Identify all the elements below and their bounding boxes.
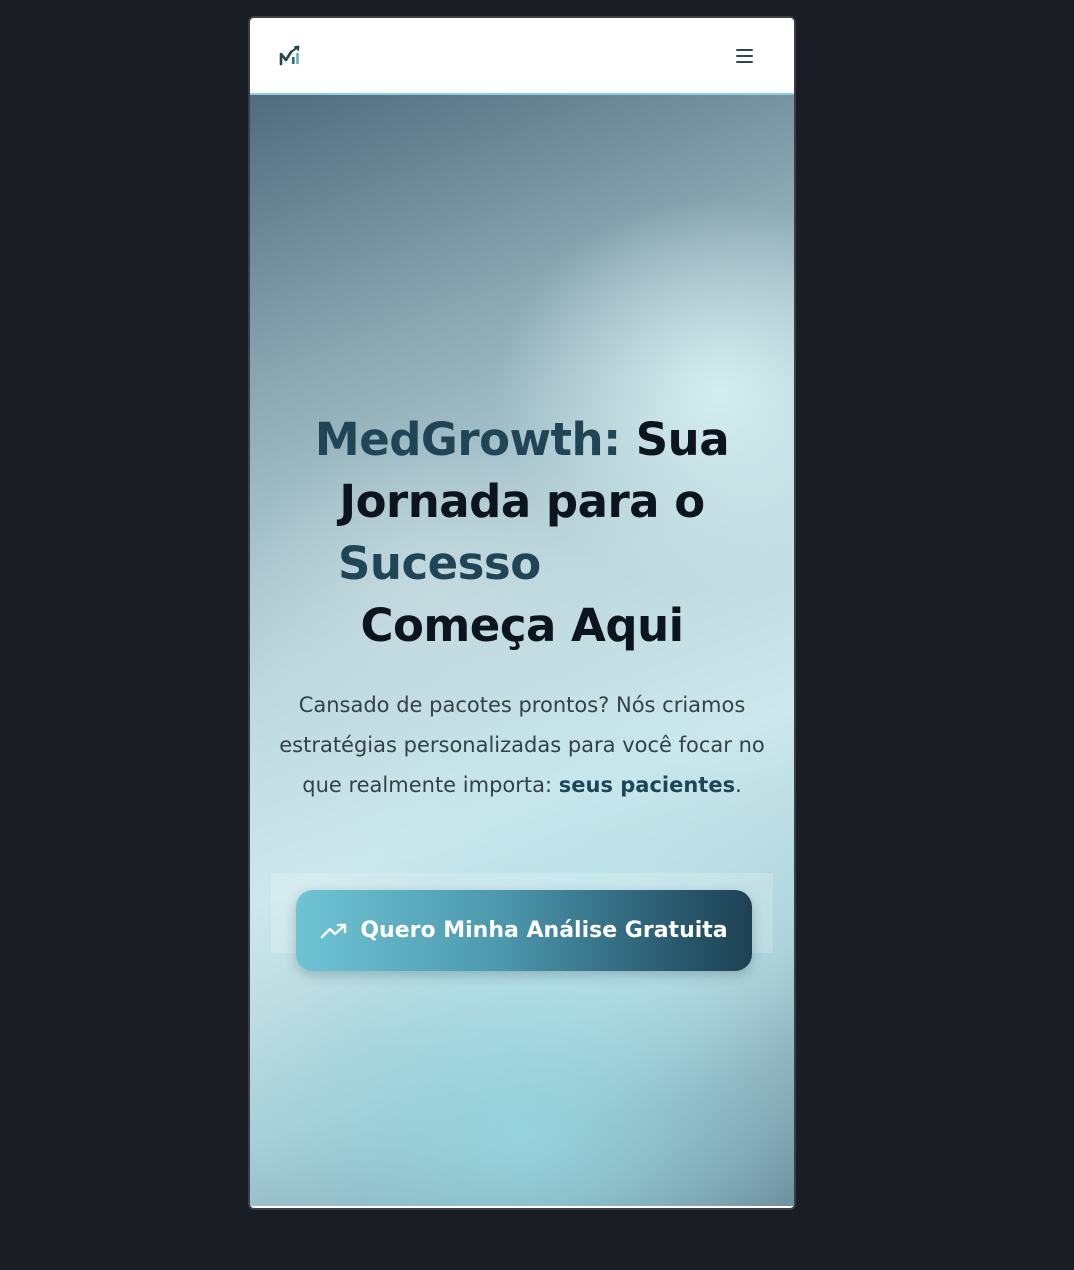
subtext-period: . — [735, 773, 742, 797]
headline-line-1: MedGrowth: Sua — [250, 409, 794, 471]
menu-bar — [736, 60, 753, 63]
headline-text: Sua — [620, 413, 730, 466]
medgrowth-chart-logo-icon — [279, 45, 300, 65]
subtext-emphasis: seus pacientes — [558, 773, 736, 797]
hero-headline: MedGrowth: Sua Jornada para o Sucesso Co… — [250, 409, 794, 657]
hero-subtext: Cansado de pacotes prontos? Nós criamos … — [266, 685, 778, 805]
menu-bar — [736, 54, 753, 57]
free-analysis-button[interactable]: Quero Minha Análise Gratuita — [296, 890, 752, 971]
headline-line-3: Sucesso — [250, 533, 794, 595]
hero-section: MedGrowth: Sua Jornada para o Sucesso Co… — [250, 95, 794, 1206]
logo-link[interactable] — [278, 44, 302, 68]
headline-line-2: Jornada para o — [339, 475, 705, 528]
brand-name: MedGrowth: — [314, 413, 621, 466]
headline-accent-word: Sucesso — [338, 537, 541, 590]
trending-up-icon — [321, 923, 347, 938]
mobile-viewport: MedGrowth: Sua Jornada para o Sucesso Co… — [248, 16, 796, 1210]
menu-bar — [736, 48, 753, 51]
headline-line-4: Começa Aqui — [360, 599, 684, 652]
hamburger-menu-icon[interactable] — [736, 44, 760, 68]
free-analysis-button-label: Quero Minha Análise Gratuita — [360, 918, 728, 943]
navbar — [250, 18, 794, 95]
